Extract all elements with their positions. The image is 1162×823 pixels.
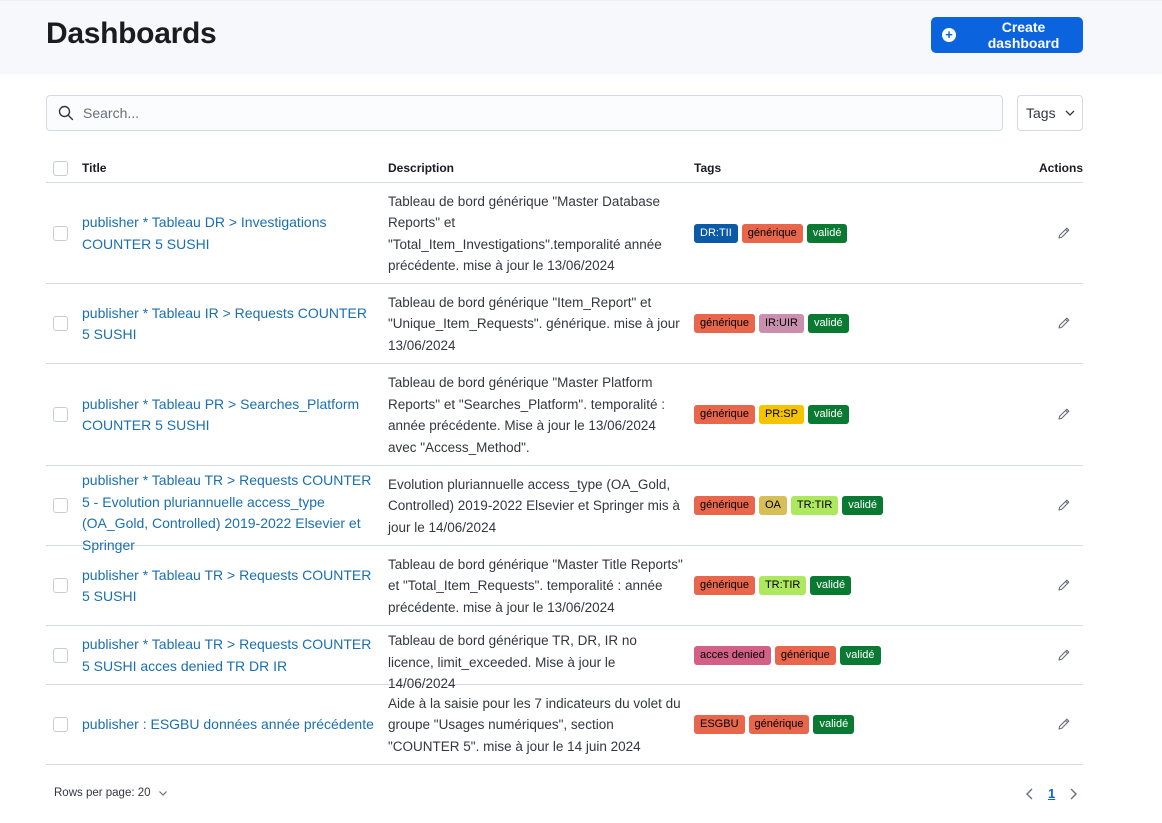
create-dashboard-label: Create dashboard — [987, 19, 1060, 51]
dashboard-description: Aide à la saisie pour les 7 indicateurs … — [388, 695, 681, 754]
plus-circle-icon: + — [942, 28, 956, 42]
tag-badge[interactable]: DR:TII — [694, 223, 738, 243]
chevron-right-icon[interactable] — [1067, 787, 1079, 801]
column-header-tags: Tags — [694, 161, 722, 175]
rows-per-page-button[interactable]: Rows per page: 20 — [54, 787, 168, 799]
table-row: publisher : ESGBU données année précéden… — [46, 685, 1083, 765]
search-input[interactable] — [83, 105, 963, 121]
tag-list: ESGBU générique validé — [694, 715, 855, 734]
table-header: Title Description Tags Actions — [46, 152, 1083, 183]
tag-badge[interactable]: acces denied — [694, 645, 771, 665]
tag-badge[interactable]: validé — [813, 715, 855, 734]
dashboard-description: Tableau de bord générique "Master Databa… — [388, 193, 662, 274]
tag-list: DR:TII générique validé — [694, 223, 848, 243]
tag-badge[interactable]: générique — [748, 715, 810, 734]
create-dashboard-button[interactable]: + Create dashboard — [931, 17, 1083, 53]
tag-badge[interactable]: validé — [807, 405, 849, 424]
dashboard-description: Tableau de bord générique "Item_Report" … — [388, 294, 680, 353]
table-body: publisher * Tableau DR > Investigations … — [46, 183, 1083, 765]
chevron-down-icon — [158, 791, 167, 796]
tag-badge[interactable]: validé — [806, 223, 848, 243]
column-header-description: Description — [388, 161, 455, 175]
tag-list: générique PR:SP validé — [694, 405, 849, 424]
table-row: publisher * Tableau TR > Requests COUNTE… — [46, 546, 1083, 626]
tag-badge[interactable]: générique — [694, 496, 755, 515]
page-1-link[interactable]: 1 — [1048, 786, 1055, 801]
column-header-actions: Actions — [1038, 161, 1083, 175]
table-row: publisher * Tableau TR > Requests COUNTE… — [46, 626, 1083, 691]
tag-badge[interactable]: générique — [774, 645, 836, 665]
chevron-left-icon[interactable] — [1024, 787, 1036, 801]
row-checkbox[interactable] — [53, 225, 68, 241]
dashboard-title-link[interactable]: publisher : ESGBU données année précéden… — [82, 714, 377, 736]
rows-per-page-label: Rows per page: 20 — [54, 787, 151, 799]
tag-badge[interactable]: validé — [807, 314, 849, 333]
chevron-down-icon — [1065, 110, 1075, 116]
dashboards-table: Title Description Tags Actions publisher… — [46, 152, 1083, 765]
table-row: publisher * Tableau IR > Requests COUNTE… — [46, 284, 1083, 364]
row-checkbox[interactable] — [53, 717, 68, 732]
table-row: publisher * Tableau DR > Investigations … — [46, 183, 1083, 284]
tag-badge[interactable]: validé — [842, 496, 884, 515]
tag-badge[interactable]: OA — [758, 496, 787, 515]
tag-badge[interactable]: TR:TIR — [758, 576, 807, 595]
tag-badge[interactable]: ESGBU — [694, 715, 745, 734]
edit-pencil-icon[interactable] — [1057, 717, 1071, 736]
row-checkbox[interactable] — [53, 498, 68, 513]
row-checkbox[interactable] — [53, 578, 68, 593]
row-checkbox[interactable] — [53, 316, 68, 331]
dashboard-description: Tableau de bord générique "Master Title … — [388, 556, 683, 615]
dashboard-title-link[interactable]: publisher * Tableau PR > Searches_Platfo… — [82, 394, 377, 437]
dashboard-title-link[interactable]: publisher * Tableau TR > Requests COUNTE… — [82, 565, 377, 608]
dashboard-description: Evolution pluriannuelle access_type (OA_… — [388, 476, 680, 535]
tag-badge[interactable]: générique — [741, 223, 803, 243]
dashboard-title-link[interactable]: publisher * Tableau TR > Requests COUNTE… — [82, 634, 377, 677]
dashboard-title-link[interactable]: publisher * Tableau IR > Requests COUNTE… — [82, 303, 377, 346]
tag-badge[interactable]: PR:SP — [758, 405, 804, 424]
table-row: publisher * Tableau PR > Searches_Platfo… — [46, 364, 1083, 466]
dashboard-title-link[interactable]: publisher * Tableau DR > Investigations … — [82, 212, 377, 255]
tag-badge[interactable]: IR:UIR — [758, 314, 804, 333]
row-checkbox[interactable] — [53, 407, 68, 422]
tag-list: générique IR:UIR validé — [694, 314, 849, 333]
page-title: Dashboards — [46, 17, 217, 50]
tag-badge[interactable]: validé — [810, 576, 852, 595]
row-checkbox[interactable] — [53, 647, 68, 663]
tags-filter-button[interactable]: Tags — [1017, 95, 1083, 131]
tag-list: générique TR:TIR validé — [694, 576, 852, 595]
edit-pencil-icon[interactable] — [1057, 226, 1071, 245]
table-row: publisher * Tableau TR > Requests COUNTE… — [46, 466, 1083, 553]
tag-badge[interactable]: TR:TIR — [790, 496, 839, 515]
dashboard-description: Tableau de bord générique "Master Platfo… — [388, 375, 665, 455]
edit-pencil-icon[interactable] — [1057, 316, 1071, 335]
tag-badge[interactable]: générique — [694, 405, 755, 424]
search-box[interactable] — [46, 95, 1003, 131]
tags-filter-label: Tags — [1026, 105, 1056, 121]
select-all-checkbox[interactable] — [53, 161, 68, 176]
tag-badge[interactable]: générique — [694, 576, 755, 595]
edit-pencil-icon[interactable] — [1057, 578, 1071, 597]
tag-list: acces denied générique validé — [694, 645, 881, 665]
edit-pencil-icon[interactable] — [1057, 648, 1071, 667]
tag-badge[interactable]: générique — [694, 314, 755, 333]
tag-list: générique OA TR:TIR validé — [694, 496, 884, 515]
search-icon — [58, 105, 74, 121]
dashboard-title-link[interactable]: publisher * Tableau TR > Requests COUNTE… — [82, 470, 377, 556]
edit-pencil-icon[interactable] — [1057, 498, 1071, 517]
column-header-title[interactable]: Title — [82, 161, 106, 175]
tag-badge[interactable]: validé — [839, 645, 881, 665]
page-header: Dashboards + Create dashboard — [0, 0, 1162, 74]
edit-pencil-icon[interactable] — [1057, 407, 1071, 426]
pagination: 1 — [1024, 786, 1079, 801]
